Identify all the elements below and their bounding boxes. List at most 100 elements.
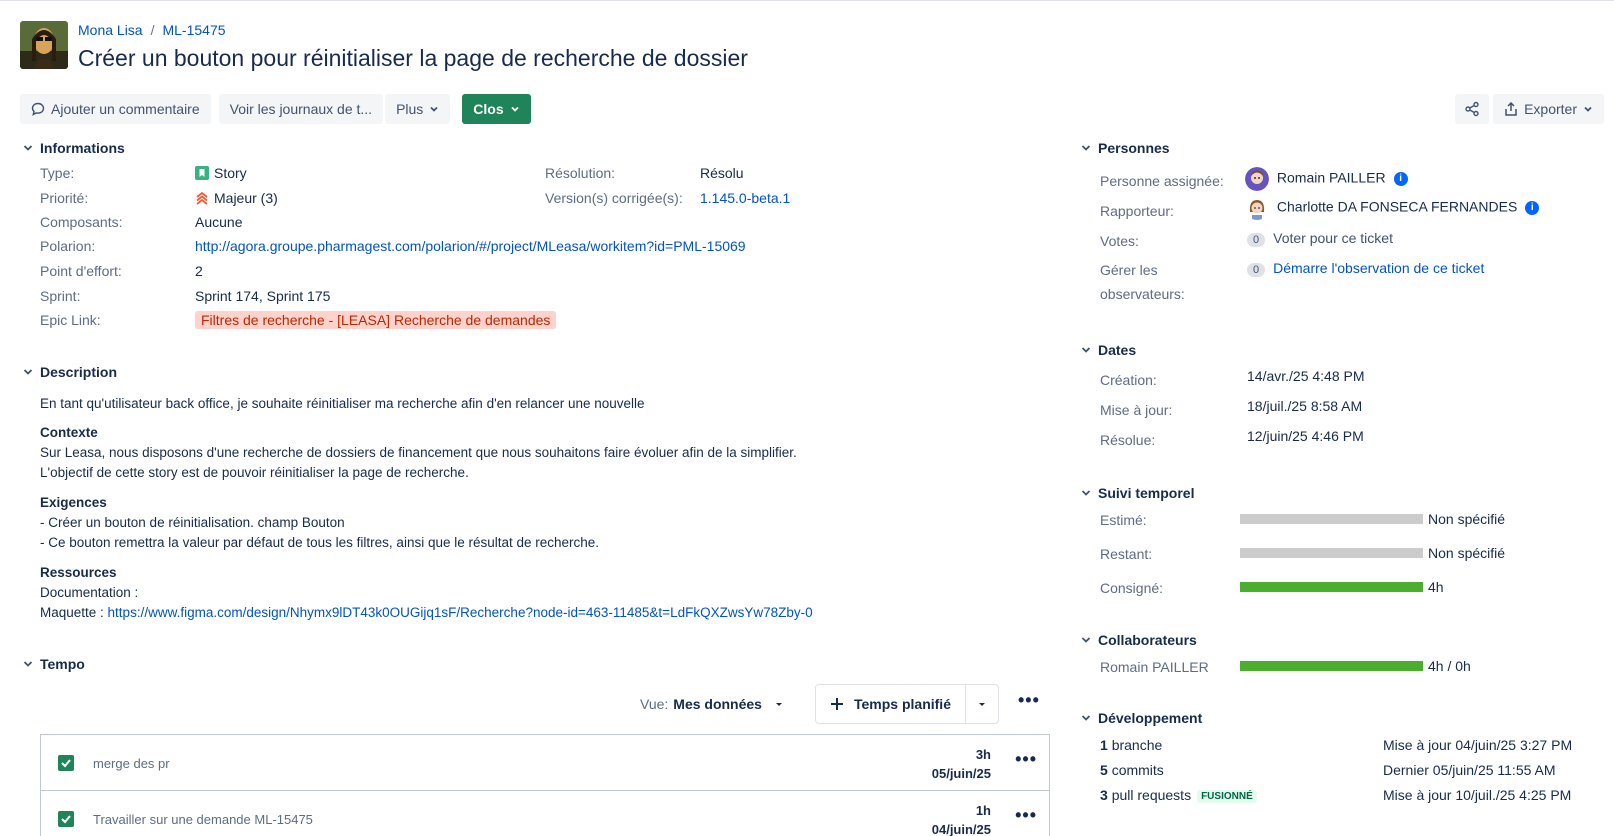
- checkbox-checked-icon[interactable]: [58, 811, 74, 827]
- section-informations-toggle[interactable]: Informations: [22, 140, 125, 156]
- more-button[interactable]: Plus: [385, 94, 451, 124]
- section-people-heading: Personnes: [1098, 140, 1170, 156]
- remaining-bar: [1240, 548, 1423, 558]
- assignee-label: Personne assignée:: [1100, 173, 1224, 189]
- tempo-view-selector[interactable]: Vue: Mes données: [640, 696, 784, 712]
- planned-time-dropdown[interactable]: [966, 685, 998, 723]
- project-avatar[interactable]: [20, 21, 68, 69]
- logged-value: 4h: [1428, 579, 1444, 595]
- watchers-value: 0 Démarre l'observation de ce ticket: [1247, 260, 1484, 277]
- checkbox-checked-icon[interactable]: [58, 755, 74, 771]
- section-time-tracking-heading: Suivi temporel: [1098, 485, 1195, 501]
- worklog-row[interactable]: Travailler sur une demande ML-15475 1h 0…: [41, 791, 1049, 836]
- status-button[interactable]: Clos: [462, 94, 531, 124]
- resolution-value: Résolu: [700, 165, 744, 181]
- breadcrumb: Mona Lisa / ML-15475: [78, 22, 226, 38]
- commits-link[interactable]: 5 commits: [1100, 762, 1164, 778]
- section-tempo-toggle[interactable]: Tempo: [22, 656, 85, 672]
- estimated-label: Estimé:: [1100, 512, 1147, 528]
- description-context-line-2: L'objectif de cette story est de pouvoir…: [40, 465, 469, 480]
- section-people-toggle[interactable]: Personnes: [1080, 140, 1170, 156]
- section-description-toggle[interactable]: Description: [22, 364, 117, 380]
- worklog-date: 05/juin/25: [931, 766, 991, 781]
- created-value: 14/avr./25 4:48 PM: [1247, 368, 1365, 384]
- pull-requests-link[interactable]: 3 pull requests FUSIONNÉ: [1100, 787, 1257, 803]
- watch-action-link[interactable]: Démarre l'observation de ce ticket: [1273, 260, 1484, 276]
- status-label: Clos: [473, 101, 504, 117]
- effort-value: 2: [195, 263, 203, 279]
- section-tempo-heading: Tempo: [40, 656, 85, 672]
- description-documentation: Documentation :: [40, 585, 139, 600]
- issue-toolbar: Ajouter un commentaire Voir les journaux…: [20, 94, 531, 124]
- branches-link[interactable]: 1 branche: [1100, 737, 1162, 753]
- section-time-tracking-toggle[interactable]: Suivi temporel: [1080, 485, 1194, 501]
- worklog-hours: 3h: [975, 747, 991, 762]
- chevron-down-icon: [23, 145, 33, 151]
- section-description-heading: Description: [40, 364, 118, 380]
- chevron-down-icon: [1081, 145, 1091, 151]
- planned-time-label: Temps planifié: [854, 696, 951, 712]
- polarion-label: Polarion:: [40, 238, 96, 254]
- watchers-label-line-2: observateurs:: [1100, 286, 1185, 302]
- type-label: Type:: [40, 165, 75, 181]
- logged-label: Consigné:: [1100, 580, 1164, 596]
- breadcrumb-issue-link[interactable]: ML-15475: [162, 22, 225, 38]
- chevron-down-icon: [1584, 106, 1592, 112]
- section-dates-toggle[interactable]: Dates: [1080, 342, 1136, 358]
- chevron-down-icon: [23, 661, 33, 667]
- work-logs-button[interactable]: Voir les journaux de t...: [218, 94, 384, 124]
- vote-action[interactable]: Voter pour ce ticket: [1273, 230, 1393, 246]
- branch-status: Mise à jour 04/juin/25 3:27 PM: [1383, 737, 1573, 753]
- pr-status: Mise à jour 10/juil./25 4:25 PM: [1383, 787, 1572, 803]
- votes-label: Votes:: [1100, 233, 1139, 249]
- chevron-down-icon: [1081, 637, 1091, 643]
- polarion-link[interactable]: http://agora.groupe.pharmagest.com/polar…: [195, 238, 746, 254]
- commits-status: Dernier 05/juin/25 11:55 AM: [1383, 762, 1556, 778]
- planned-time-button[interactable]: Temps planifié: [816, 685, 966, 723]
- collaborator-name: Romain PAILLER: [1100, 659, 1209, 675]
- assignee-name: Romain PAILLER: [1276, 169, 1386, 186]
- comment-icon: [31, 102, 45, 116]
- sprint-label: Sprint:: [40, 288, 81, 304]
- description-context-line-1: Sur Leasa, nous disposons d'une recherch…: [40, 445, 797, 460]
- add-comment-label: Ajouter un commentaire: [51, 101, 200, 117]
- description-requirements-title: Exigences: [40, 495, 107, 510]
- sprint-value: Sprint 174, Sprint 175: [195, 288, 331, 304]
- estimated-value: Non spécifié: [1428, 511, 1506, 527]
- worklog-more-icon[interactable]: •••: [1015, 805, 1037, 826]
- resolution-label: Résolution:: [545, 165, 616, 181]
- chevron-down-icon: [1081, 490, 1091, 496]
- assignee-value[interactable]: Romain PAILLER i: [1245, 167, 1408, 191]
- fix-version-label: Version(s) corrigée(s):: [545, 190, 683, 206]
- worklog-row[interactable]: merge des pr 3h 05/juin/25 •••: [41, 735, 1049, 791]
- tempo-more-icon[interactable]: •••: [1018, 690, 1040, 711]
- worklog-more-icon[interactable]: •••: [1015, 749, 1037, 770]
- components-value: Aucune: [195, 214, 243, 230]
- worklog-hours: 1h: [975, 803, 991, 818]
- pr-label: pull requests: [1111, 787, 1192, 803]
- share-button[interactable]: [1455, 94, 1490, 124]
- reporter-name: Charlotte DA FONSECA FERNANDES: [1276, 198, 1518, 215]
- worklog-description: merge des pr: [93, 756, 170, 771]
- export-button[interactable]: Exporter: [1493, 94, 1604, 124]
- fix-version-link[interactable]: 1.145.0-beta.1: [700, 190, 790, 206]
- breadcrumb-project-link[interactable]: Mona Lisa: [78, 22, 143, 38]
- section-development-heading: Développement: [1098, 710, 1203, 726]
- section-development-toggle[interactable]: Développement: [1080, 710, 1202, 726]
- info-icon[interactable]: i: [1525, 201, 1540, 215]
- reporter-value[interactable]: Charlotte DA FONSECA FERNANDES i: [1245, 196, 1540, 220]
- breadcrumb-separator: /: [150, 22, 155, 38]
- pr-count: 3: [1100, 787, 1108, 803]
- section-collaborators-toggle[interactable]: Collaborateurs: [1080, 632, 1197, 648]
- maquette-figma-link[interactable]: https://www.figma.com/design/Nhymx9lDT43…: [108, 605, 813, 620]
- worklog-table: merge des pr 3h 05/juin/25 ••• Travaille…: [40, 734, 1050, 836]
- export-icon: [1505, 102, 1517, 116]
- epic-link-lozenge[interactable]: Filtres de recherche - [LEASA] Recherche…: [195, 311, 557, 329]
- branch-label: branche: [1111, 737, 1163, 753]
- add-comment-button[interactable]: Ajouter un commentaire: [20, 94, 211, 124]
- commits-label: commits: [1111, 762, 1164, 778]
- info-icon[interactable]: i: [1393, 172, 1408, 186]
- description-resources-title: Ressources: [40, 565, 117, 580]
- reporter-label: Rapporteur:: [1100, 203, 1174, 219]
- priority-label: Priorité:: [40, 190, 89, 206]
